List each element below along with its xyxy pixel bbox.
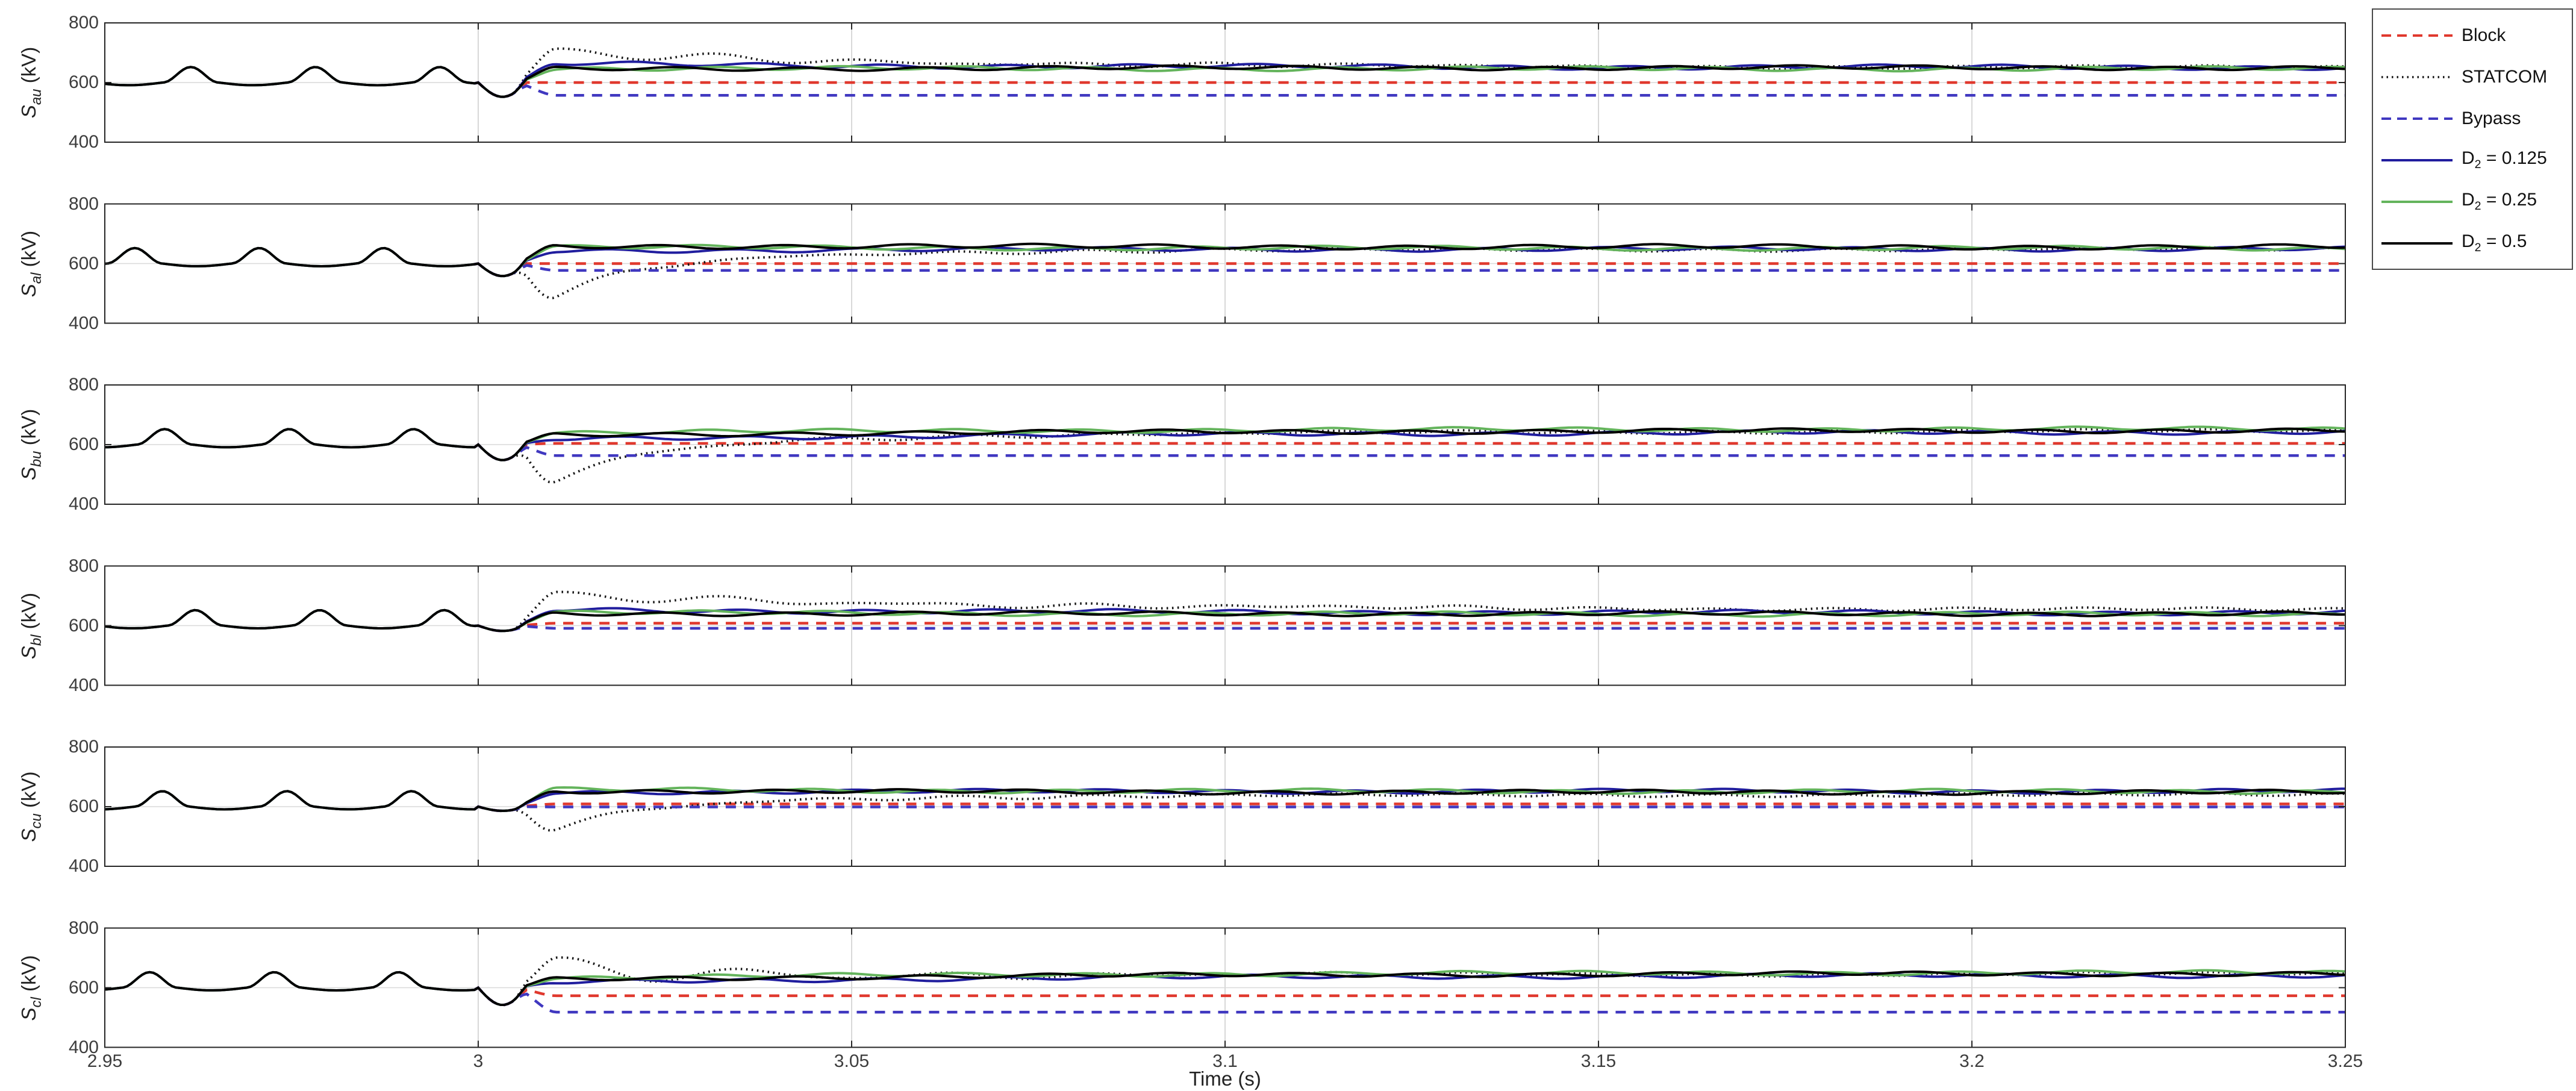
legend-entry-d125: D2 = 0.125: [2380, 141, 2565, 180]
y-tick-label: 800: [51, 736, 99, 758]
legend-entry-block: Block: [2380, 16, 2565, 55]
y-tick-label: 400: [51, 493, 99, 515]
y-axis-title: Sbu (kV): [17, 409, 45, 480]
legend-entry-bypass: Bypass: [2380, 99, 2565, 138]
legend: Block STATCOM Bypass D2 = 0.125 D2 = 0.2…: [2372, 8, 2573, 270]
x-tick-label: 3.2: [1930, 1051, 2014, 1072]
y-tick-label: 800: [51, 374, 99, 396]
subplot-bu: [105, 385, 2345, 504]
subplot-cu: [105, 747, 2345, 866]
x-tick-label: 3: [436, 1051, 520, 1072]
legend-block-line-sample: [2380, 33, 2454, 39]
legend-d125-line-sample: [2380, 157, 2454, 163]
y-tick-label: 600: [51, 796, 99, 817]
x-tick-label: 3.05: [809, 1051, 894, 1072]
legend-entry-statcom: STATCOM: [2380, 58, 2565, 96]
legend-label: STATCOM: [2462, 67, 2547, 87]
figure: 800 600 400 Sau (kV) 800 600 400 Sal (kV) 800 600…: [0, 0, 2576, 1091]
y-tick-label: 800: [51, 555, 99, 577]
y-tick-label: 600: [51, 253, 99, 275]
legend-label: Block: [2462, 25, 2506, 46]
y-tick-label: 600: [51, 615, 99, 637]
legend-label: D2 = 0.25: [2462, 190, 2537, 213]
legend-label: D2 = 0.5: [2462, 231, 2527, 255]
x-tick-label: 3.15: [1556, 1051, 1641, 1072]
y-tick-label: 400: [51, 855, 99, 877]
legend-bypass-line-sample: [2380, 116, 2454, 122]
y-axis-title: Scl (kV): [17, 955, 45, 1021]
legend-entry-d25: D2 = 0.25: [2380, 183, 2565, 221]
subplot-cl: [105, 928, 2345, 1048]
y-tick-label: 600: [51, 72, 99, 93]
y-axis-title: Sbl (kV): [17, 592, 45, 658]
y-tick-label: 400: [51, 313, 99, 334]
plot-canvas: [0, 0, 2576, 1091]
x-axis-title: Time (s): [1135, 1068, 1315, 1090]
legend-entry-d5: D2 = 0.5: [2380, 224, 2565, 263]
y-axis-title: Scu (kV): [17, 771, 45, 842]
x-tick-label: 2.95: [63, 1051, 147, 1072]
y-tick-label: 800: [51, 12, 99, 34]
y-tick-label: 800: [51, 193, 99, 215]
y-tick-label: 400: [51, 675, 99, 696]
y-tick-label: 600: [51, 977, 99, 999]
y-axis-title: Sal (kV): [17, 230, 45, 296]
x-tick-label: 3.25: [2303, 1051, 2387, 1072]
y-tick-label: 400: [51, 131, 99, 153]
legend-d5-line-sample: [2380, 240, 2454, 246]
legend-label: D2 = 0.125: [2462, 148, 2547, 172]
y-tick-label: 800: [51, 918, 99, 939]
subplot-al: [105, 204, 2345, 324]
y-tick-label: 600: [51, 434, 99, 455]
subplot-au: [105, 23, 2345, 142]
legend-statcom-line-sample: [2380, 74, 2454, 80]
y-axis-title: Sau (kV): [17, 47, 45, 118]
subplot-bl: [105, 566, 2345, 686]
legend-d25-line-sample: [2380, 199, 2454, 205]
legend-label: Bypass: [2462, 108, 2521, 129]
